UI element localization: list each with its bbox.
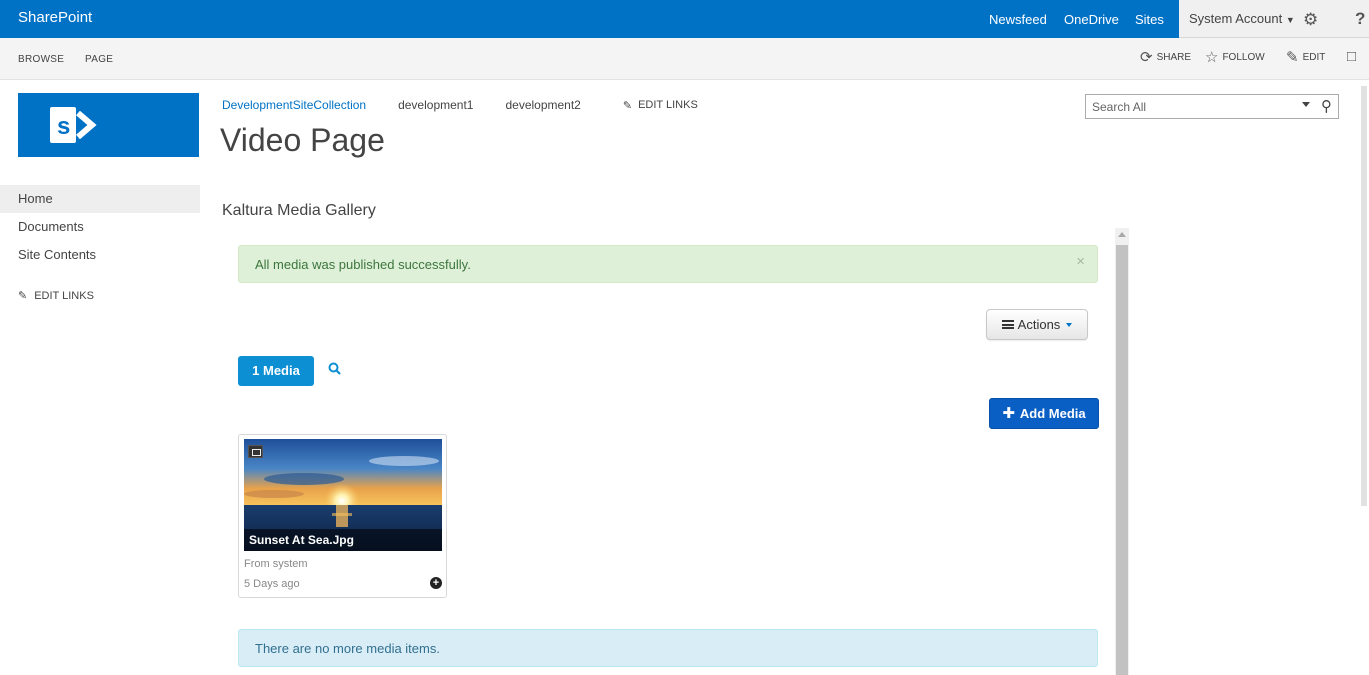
nav-item-site-contents[interactable]: Site Contents [0,241,200,269]
share-button[interactable]: ⟳ SHARE [1140,48,1192,66]
actions-button[interactable]: Actions [986,309,1088,340]
breadcrumb: DevelopmentSiteCollection development1 d… [222,98,698,112]
info-message: There are no more media items. [255,641,440,656]
follow-button[interactable]: ☆ FOLLOW [1205,48,1265,66]
account-area: System Account ▼ ⚙ ? [1179,0,1369,38]
breadcrumb-item[interactable]: development1 [398,98,473,112]
sites-link-wrap: Sites [1135,0,1164,38]
breadcrumb-item[interactable]: development2 [505,98,580,112]
media-source: From system [244,558,308,570]
account-menu[interactable]: System Account ▼ [1189,11,1295,26]
search-icon[interactable] [328,362,341,375]
media-age: 5 Days ago [244,578,300,590]
onedrive-link[interactable]: OneDrive [1064,12,1119,27]
nav-item-home[interactable]: Home [0,185,200,213]
add-to-list-icon[interactable]: + [430,577,442,589]
tab-browse[interactable]: BROWSE [18,54,64,65]
image-type-icon [248,445,263,458]
follow-label: FOLLOW [1222,52,1265,63]
sharepoint-logo-icon: s [50,107,97,143]
page-scrollbar[interactable] [1359,86,1369,675]
list-icon [1001,320,1014,329]
sites-link[interactable]: Sites [1135,12,1164,27]
edit-button[interactable]: ✎ EDIT [1286,48,1326,66]
search-box[interactable]: Search All ⚲ [1085,94,1339,119]
breadcrumb-edit-links[interactable]: ✎ EDIT LINKS [623,98,698,112]
sites-tab[interactable]: Sites [1129,0,1173,38]
scroll-up-icon[interactable] [1118,232,1126,237]
chevron-down-icon[interactable] [1302,102,1310,107]
pencil-icon: ✎ [622,99,633,112]
newsfeed-link[interactable]: Newsfeed [989,12,1047,27]
account-name: System Account [1189,11,1283,26]
pencil-icon: ✎ [1286,48,1299,66]
media-name[interactable]: Sunset At Sea.Jpg [244,529,442,551]
webpart-title: Kaltura Media Gallery [222,202,376,219]
gear-icon[interactable]: ⚙ [1303,10,1318,30]
star-icon: ☆ [1205,48,1219,66]
suite-bar: SharePoint Newsfeed OneDrive Sites Syste… [0,0,1369,38]
top-nav: Newsfeed [989,0,1047,38]
success-message: All media was published successfully. [255,257,471,272]
add-media-label: Add Media [1019,406,1086,421]
nav-edit-links-label: EDIT LINKS [34,289,94,302]
webpart-scrollbar[interactable] [1115,228,1129,675]
share-label: SHARE [1156,52,1192,63]
share-icon: ⟳ [1140,48,1153,66]
breadcrumb-edit-label: EDIT LINKS [638,99,698,111]
add-media-button[interactable]: ✚ Add Media [989,398,1099,429]
pencil-icon: ✎ [18,290,28,302]
help-icon[interactable]: ? [1355,9,1365,29]
search-input[interactable]: Search All [1092,100,1146,114]
app-brand[interactable]: SharePoint [18,9,92,26]
breadcrumb-item[interactable]: DevelopmentSiteCollection [222,98,366,112]
site-logo[interactable]: s [18,93,199,157]
tab-page[interactable]: PAGE [85,54,113,65]
plus-icon: ✚ [1002,404,1015,422]
scroll-thumb[interactable] [1116,245,1128,675]
focus-frame-icon: □ [1347,48,1357,65]
top-nav-onedrive-wrap: OneDrive [1064,0,1119,38]
left-nav: Home Documents Site Contents [0,185,200,269]
success-alert: All media was published successfully. × [238,245,1098,283]
media-count-badge[interactable]: 1 Media [238,356,314,386]
actions-label: Actions [1017,317,1061,332]
chevron-down-icon: ▼ [1285,15,1295,25]
media-thumbnail[interactable]: Sunset At Sea.Jpg [244,439,442,551]
page-title: Video Page [220,122,385,158]
nav-item-documents[interactable]: Documents [0,213,200,241]
media-card[interactable]: Sunset At Sea.Jpg From system 5 Days ago… [238,434,447,598]
svg-text:s: s [57,113,70,140]
focus-mode-icon[interactable]: □ [1347,48,1357,65]
edit-label: EDIT [1302,52,1326,63]
nav-edit-links[interactable]: ✎ EDIT LINKS [18,289,94,303]
chevron-down-icon [1066,322,1073,327]
ribbon: BROWSE PAGE ⟳ SHARE ☆ FOLLOW ✎ EDIT □ [0,38,1369,80]
page-scroll-thumb[interactable] [1361,86,1367,506]
search-icon[interactable]: ⚲ [1321,97,1332,115]
info-alert: There are no more media items. [238,629,1098,667]
close-icon[interactable]: × [1076,253,1085,270]
